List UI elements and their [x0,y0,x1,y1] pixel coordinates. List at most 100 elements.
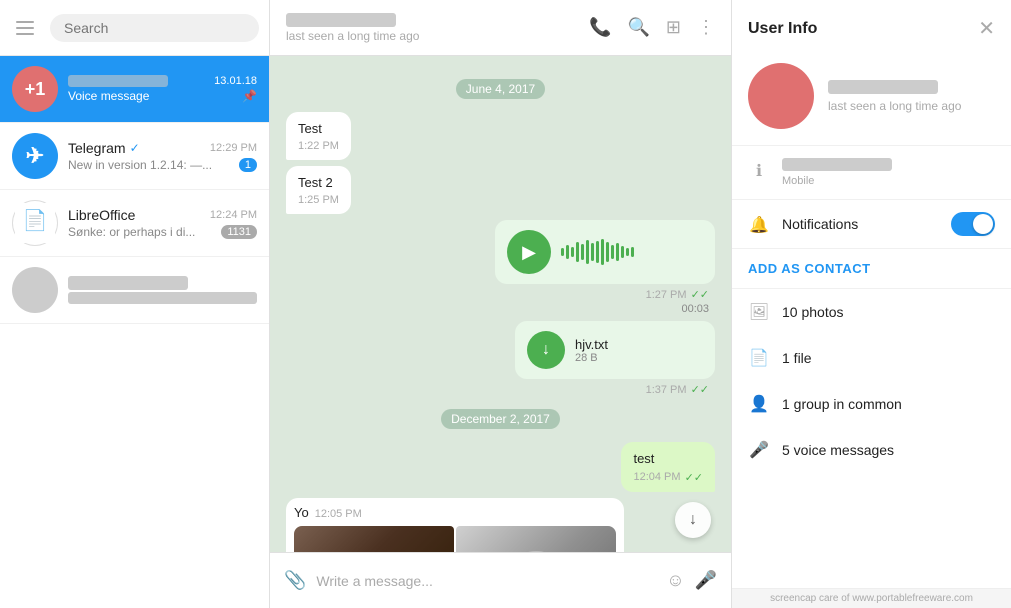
read-receipt: ✓✓ [691,288,709,301]
chat-header: last seen a long time ago 📞 🔍 ⊞ ⋮ [270,0,731,56]
avatar: ✈ [12,133,58,179]
avatar: +1 [12,66,58,112]
toggle-knob [973,214,993,234]
list-item[interactable]: 📄 LibreOffice 12:24 PM Sønke: or perhaps… [0,190,269,257]
notifications-row: 🔔 Notifications [732,200,1011,249]
chat-name [68,75,168,87]
list-item[interactable]: +1 13.01.18 Voice message 📌 [0,56,269,123]
chat-area: last seen a long time ago 📞 🔍 ⊞ ⋮ June 4… [270,0,731,608]
voice-messages-label: 5 voice messages [782,442,894,458]
user-info-header: User Info ✕ [732,0,1011,53]
message-wrapper: ↓ hjv.txt 28 B 1:37 PM ✓✓ [286,321,715,396]
messages-container: June 4, 2017 Test 1:22 PM Test 2 1:25 PM [270,56,731,552]
header-icons: 📞 🔍 ⊞ ⋮ [589,17,715,38]
chat-name: Telegram ✓ [68,140,140,156]
photo-thumbnail [456,526,616,552]
chat-name [68,276,188,290]
chat-list: +1 13.01.18 Voice message 📌 [0,56,269,608]
attach-icon[interactable]: 📎 [284,570,306,591]
user-info-panel: User Info ✕ last seen a long time ago ℹ … [731,0,1011,608]
date-divider: December 2, 2017 [286,410,715,428]
search-input[interactable] [50,14,259,42]
voice-messages-row[interactable]: 🎤 5 voice messages [732,427,1011,473]
groups-label: 1 group in common [782,396,902,412]
info-icon: ℹ [748,160,770,182]
user-status: last seen a long time ago [828,99,995,113]
message-time: 1:27 PM [646,289,687,301]
unread-badge: 1131 [221,225,257,239]
read-receipt: ✓✓ [691,383,709,396]
list-item[interactable]: ✈ Telegram ✓ 12:29 PM New in version 1.2… [0,123,269,190]
chat-name: LibreOffice [68,207,135,223]
chat-preview: Sønke: or perhaps i di... [68,225,221,239]
close-button[interactable]: ✕ [978,16,995,41]
message-bubble: test 12:04 PM ✓✓ [621,442,715,491]
message-wrapper: Yo 12:05 PM [286,498,715,552]
call-icon[interactable]: 📞 [589,17,611,38]
date-divider: June 4, 2017 [286,80,715,98]
screencap-bar: screencap care of www.portablefreeware.c… [732,588,1011,608]
message-time: 12:05 PM [315,508,362,520]
message-input[interactable] [316,573,656,589]
chat-info [68,276,257,304]
search-icon[interactable]: 🔍 [627,17,649,38]
chat-input-area: 📎 ☺ 🎤 [270,552,731,608]
user-info-profile: last seen a long time ago [732,53,1011,146]
message-wrapper: Test 1:22 PM [286,112,715,160]
chat-info: 13.01.18 Voice message 📌 [68,75,257,103]
emoji-icon[interactable]: ☺ [666,570,684,591]
sidebar: +1 13.01.18 Voice message 📌 [0,0,270,608]
list-item[interactable] [0,257,269,324]
notifications-label: Notifications [782,216,939,232]
photos-icon: 🖼 [748,301,770,323]
message-time: 1:37 PM [646,384,687,396]
scroll-down-button[interactable]: ↓ [675,502,711,538]
verified-icon: ✓ [130,141,140,155]
columns-icon[interactable]: ⊞ [666,17,681,38]
message-text: test [633,450,703,468]
file-name: hjv.txt [575,337,703,352]
user-name [828,80,995,97]
message-text: Test 2 [298,174,339,192]
message-text: Yo [294,504,309,522]
files-icon: 📄 [748,347,770,369]
play-button[interactable]: ▶ [507,230,551,274]
voice-messages-icon: 🎤 [748,439,770,461]
hamburger-icon[interactable] [12,17,38,39]
pin-icon: 📌 [242,89,257,103]
download-button[interactable]: ↓ [527,331,565,369]
chat-header-status: last seen a long time ago [286,29,577,43]
message-text: Test [298,120,339,138]
photos-label: 10 photos [782,304,844,320]
voice-duration: 00:03 [681,303,715,315]
chat-info: LibreOffice 12:24 PM Sønke: or perhaps i… [68,207,257,239]
voice-message-bubble: ▶ [495,220,715,284]
message-time: 1:22 PM [298,140,339,152]
photos-row[interactable]: 🖼 10 photos [732,289,1011,335]
chat-preview: Voice message [68,89,242,103]
add-contact-button[interactable]: ADD AS CONTACT [732,249,1011,289]
bell-icon: 🔔 [748,214,770,236]
files-label: 1 file [782,350,812,366]
photo-thumbnail [294,526,454,552]
chat-time: 12:24 PM [210,209,257,221]
message-wrapper: Test 2 1:25 PM [286,166,715,214]
user-avatar [748,63,814,129]
message-wrapper: test 12:04 PM ✓✓ [286,442,715,491]
photo-grid [294,526,616,552]
avatar: 📄 [12,200,58,246]
groups-icon: 👤 [748,393,770,415]
avatar [12,267,58,313]
files-row[interactable]: 📄 1 file [732,335,1011,381]
groups-row[interactable]: 👤 1 group in common [732,381,1011,427]
user-info-title: User Info [748,20,817,38]
notifications-toggle[interactable] [951,212,995,236]
chat-time: 13.01.18 [214,75,257,87]
more-icon[interactable]: ⋮ [697,17,715,38]
chat-time: 12:29 PM [210,142,257,154]
file-info: hjv.txt 28 B [575,337,703,364]
user-details: last seen a long time ago [828,80,995,113]
microphone-icon[interactable]: 🎤 [695,570,717,591]
sidebar-header [0,0,269,56]
phone-label: Mobile [782,175,995,187]
